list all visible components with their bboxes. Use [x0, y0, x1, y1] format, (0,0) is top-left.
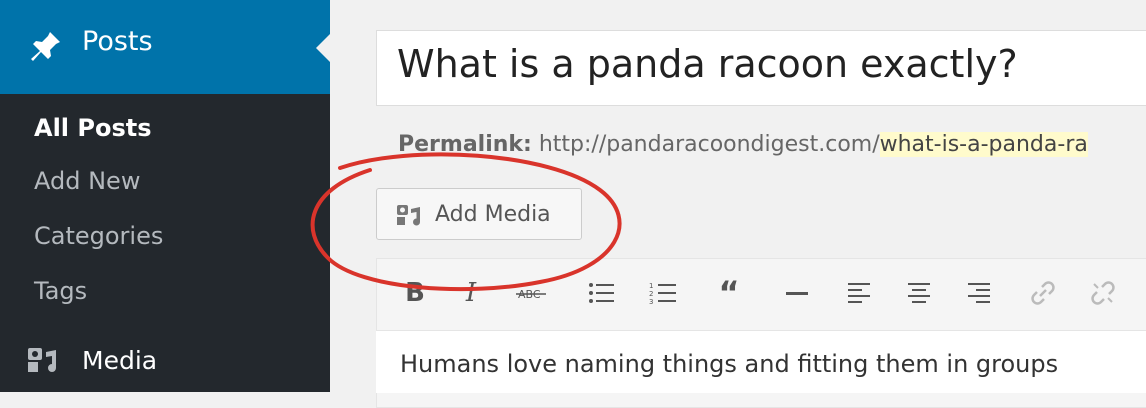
menu-item-media-label: Media: [82, 346, 158, 375]
post-title-input[interactable]: What is a panda racoon exactly?: [376, 30, 1146, 106]
numbered-list-icon[interactable]: 1 2 3: [646, 276, 680, 310]
align-left-icon[interactable]: [842, 276, 876, 310]
posts-submenu: All Posts Add New Categories Tags: [0, 94, 330, 330]
permalink-slug[interactable]: what-is-a-panda-ra: [879, 132, 1088, 157]
align-center-icon[interactable]: [902, 276, 936, 310]
pushpin-icon: [31, 32, 60, 61]
unlink-icon[interactable]: [1086, 276, 1120, 310]
link-icon[interactable]: [1026, 276, 1060, 310]
submenu-item-all-posts[interactable]: All Posts: [34, 114, 152, 142]
submenu-item-add-new[interactable]: Add New: [34, 167, 140, 195]
menu-item-posts-label: Posts: [82, 26, 153, 57]
horizontal-line-icon[interactable]: [780, 276, 814, 310]
svg-text:3: 3: [649, 298, 653, 306]
admin-sidebar: Posts All Posts Add New Categories Tags …: [0, 0, 330, 392]
post-content-text[interactable]: Humans love naming things and fitting th…: [400, 350, 1058, 378]
submenu-item-tags[interactable]: Tags: [34, 277, 87, 305]
svg-text:1: 1: [649, 282, 653, 290]
current-menu-arrow: [316, 34, 330, 62]
menu-item-media[interactable]: Media: [0, 330, 330, 392]
align-right-icon[interactable]: [962, 276, 996, 310]
annotation-highlight-circle: [310, 152, 622, 292]
menu-item-posts[interactable]: Posts: [0, 0, 330, 94]
blockquote-icon[interactable]: “: [712, 276, 746, 310]
svg-text:2: 2: [649, 290, 653, 298]
media-icon: [28, 348, 56, 372]
submenu-item-categories[interactable]: Categories: [34, 222, 163, 250]
